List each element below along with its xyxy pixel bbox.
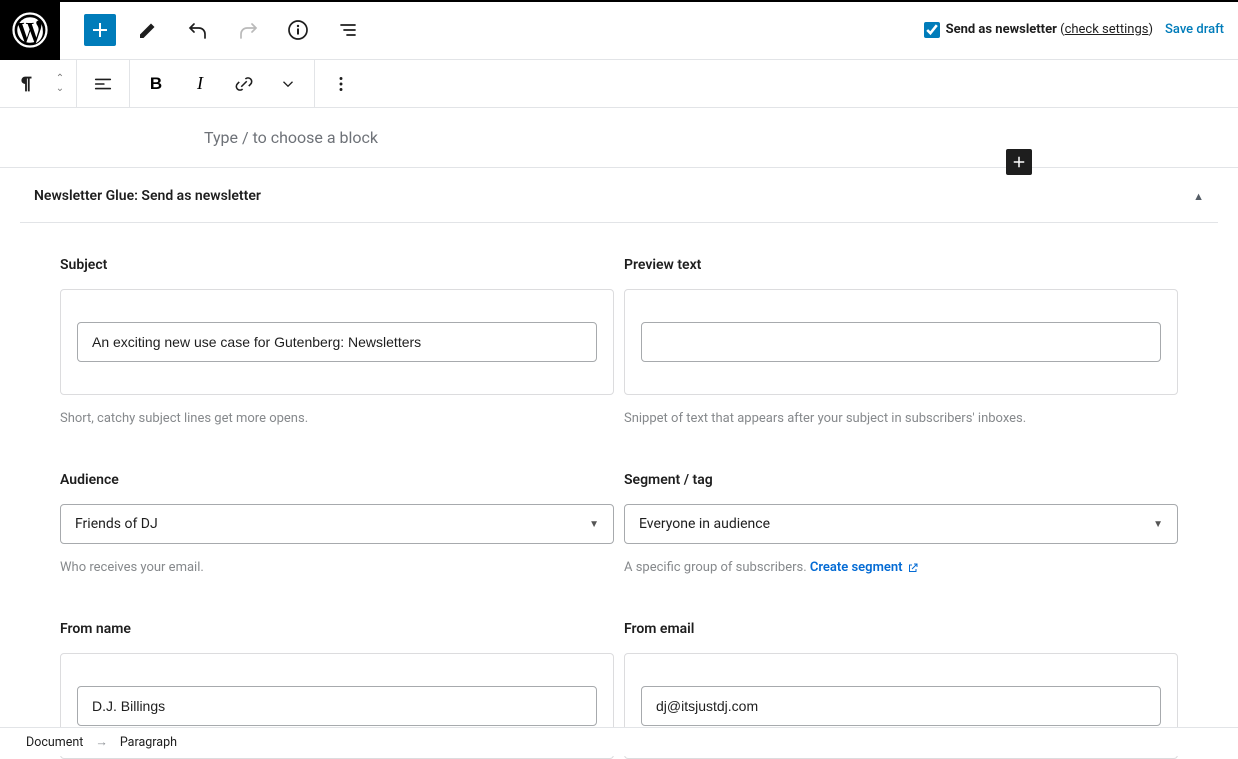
send-newsletter-toggle[interactable]: Send as newsletter (check settings) bbox=[924, 22, 1153, 38]
breadcrumb-current[interactable]: Paragraph bbox=[120, 735, 177, 750]
from-name-label: From name bbox=[60, 621, 614, 637]
segment-field: Segment / tag Everyone in audience ▼ A s… bbox=[624, 472, 1178, 575]
chevron-down-icon[interactable]: ⌄ bbox=[48, 84, 72, 94]
more-format-button[interactable] bbox=[266, 60, 310, 108]
toolbar-left bbox=[60, 12, 366, 48]
preview-label: Preview text bbox=[624, 257, 1178, 273]
panel-heading[interactable]: Newsletter Glue: Send as newsletter ▲ bbox=[20, 168, 1218, 223]
block-placeholder[interactable]: Type / to choose a block bbox=[204, 126, 378, 149]
caret-up-icon: ▲ bbox=[1193, 190, 1204, 203]
info-button[interactable] bbox=[280, 12, 316, 48]
list-view-icon bbox=[336, 18, 360, 42]
subject-label: Subject bbox=[60, 257, 614, 273]
breadcrumb: Document → Paragraph bbox=[0, 727, 1238, 756]
caret-down-icon: ▼ bbox=[1153, 519, 1163, 530]
undo-button[interactable] bbox=[180, 12, 216, 48]
preview-help: Snippet of text that appears after your … bbox=[624, 411, 1178, 426]
audience-field: Audience Friends of DJ ▼ Who receives yo… bbox=[60, 472, 614, 575]
subject-field: Subject Short, catchy subject lines get … bbox=[60, 257, 614, 426]
newsletter-panel: Newsletter Glue: Send as newsletter ▲ Su… bbox=[0, 168, 1238, 759]
chevron-up-icon[interactable]: ⌃ bbox=[48, 74, 72, 84]
plus-icon bbox=[1010, 153, 1028, 171]
subject-help: Short, catchy subject lines get more ope… bbox=[60, 411, 614, 426]
external-link-icon bbox=[907, 562, 919, 574]
segment-label: Segment / tag bbox=[624, 472, 1178, 488]
redo-icon bbox=[236, 18, 260, 42]
segment-select[interactable]: Everyone in audience ▼ bbox=[624, 504, 1178, 544]
block-toolbar: ⌃ ⌄ B I bbox=[0, 60, 1238, 108]
paragraph-icon bbox=[15, 73, 37, 95]
check-settings-link[interactable]: check settings bbox=[1065, 22, 1149, 37]
kebab-icon bbox=[330, 73, 352, 95]
more-options-button[interactable] bbox=[319, 60, 363, 108]
editor-canvas[interactable]: Type / to choose a block bbox=[0, 108, 1238, 168]
breadcrumb-document[interactable]: Document bbox=[26, 735, 83, 750]
from-email-label: From email bbox=[624, 621, 1178, 637]
plus-icon bbox=[88, 18, 112, 42]
subject-input[interactable] bbox=[77, 322, 597, 362]
top-toolbar: Send as newsletter (check settings) Save… bbox=[0, 0, 1238, 60]
block-move-buttons[interactable]: ⌃ ⌄ bbox=[48, 74, 72, 94]
send-newsletter-checkbox[interactable] bbox=[924, 22, 940, 38]
chevron-down-icon bbox=[279, 75, 297, 93]
preview-field: Preview text Snippet of text that appear… bbox=[624, 257, 1178, 426]
caret-down-icon: ▼ bbox=[589, 519, 599, 530]
redo-button[interactable] bbox=[230, 12, 266, 48]
create-segment-link[interactable]: Create segment bbox=[810, 560, 919, 575]
audience-label: Audience bbox=[60, 472, 614, 488]
align-left-icon bbox=[92, 73, 114, 95]
pencil-icon bbox=[136, 18, 160, 42]
wp-logo-button[interactable] bbox=[0, 0, 60, 60]
save-draft-button[interactable]: Save draft bbox=[1165, 22, 1224, 37]
add-block-button[interactable] bbox=[84, 14, 116, 46]
bold-button[interactable]: B bbox=[134, 60, 178, 108]
preview-input[interactable] bbox=[641, 322, 1161, 362]
wordpress-icon bbox=[12, 12, 48, 48]
audience-value: Friends of DJ bbox=[75, 516, 158, 532]
link-icon bbox=[233, 73, 255, 95]
block-type-button[interactable] bbox=[4, 60, 48, 108]
panel-title: Newsletter Glue: Send as newsletter bbox=[34, 188, 261, 204]
arrow-right-icon: → bbox=[95, 735, 108, 750]
edit-mode-button[interactable] bbox=[130, 12, 166, 48]
from-email-input[interactable] bbox=[641, 686, 1161, 726]
from-name-input[interactable] bbox=[77, 686, 597, 726]
audience-select[interactable]: Friends of DJ ▼ bbox=[60, 504, 614, 544]
segment-value: Everyone in audience bbox=[639, 516, 770, 532]
undo-icon bbox=[186, 18, 210, 42]
outline-button[interactable] bbox=[330, 12, 366, 48]
align-button[interactable] bbox=[81, 60, 125, 108]
italic-button[interactable]: I bbox=[178, 60, 222, 108]
link-button[interactable] bbox=[222, 60, 266, 108]
segment-help: A specific group of subscribers. Create … bbox=[624, 560, 1178, 575]
audience-help: Who receives your email. bbox=[60, 560, 614, 575]
inline-add-button[interactable] bbox=[1006, 149, 1032, 175]
toolbar-right: Send as newsletter (check settings) Save… bbox=[924, 22, 1238, 38]
send-newsletter-label: Send as newsletter bbox=[946, 22, 1057, 37]
info-icon bbox=[286, 18, 310, 42]
